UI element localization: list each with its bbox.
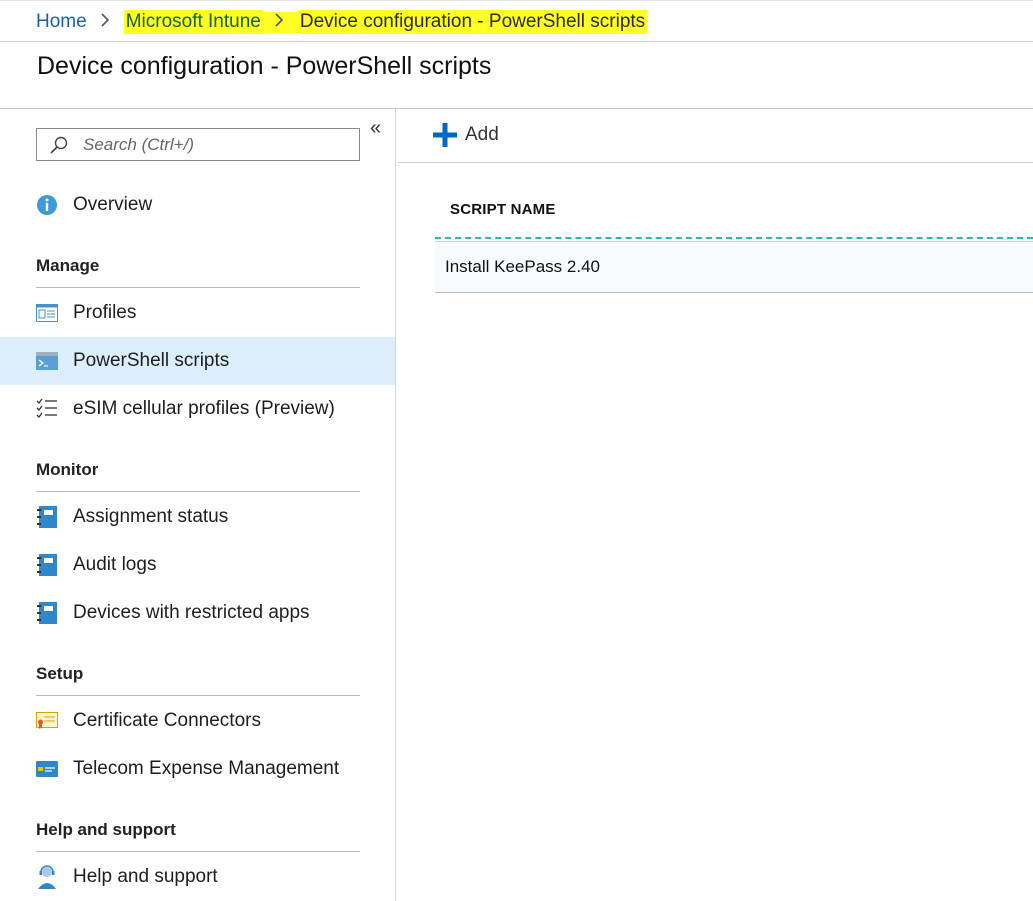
sidebar: « Overview Manage Profiles PowerShell sc… xyxy=(0,109,396,901)
search-icon xyxy=(50,136,68,154)
powershell-icon xyxy=(36,350,58,372)
breadcrumb-intune-link[interactable]: Microsoft Intune xyxy=(123,10,263,34)
sidebar-item-label: Audit logs xyxy=(73,554,157,575)
main-content: Add SCRIPT NAME Install KeePass 2.40 xyxy=(397,109,1033,901)
notebook-icon xyxy=(36,506,58,528)
column-header-script-name[interactable]: SCRIPT NAME xyxy=(450,201,556,218)
section-heading-monitor: Monitor xyxy=(36,460,99,479)
sidebar-item-assignment-status[interactable]: Assignment status xyxy=(0,493,395,541)
add-button-label: Add xyxy=(465,124,499,145)
section-divider xyxy=(36,491,360,492)
sidebar-item-help-support[interactable]: Help and support xyxy=(0,853,395,901)
notebook-icon xyxy=(36,602,58,624)
chevron-right-icon xyxy=(262,11,298,33)
support-person-icon xyxy=(36,865,58,889)
sidebar-item-profiles[interactable]: Profiles xyxy=(0,289,395,337)
sidebar-item-label: Overview xyxy=(73,194,153,215)
sidebar-item-telecom-expense[interactable]: Telecom Expense Management xyxy=(0,745,395,793)
sidebar-item-overview[interactable]: Overview xyxy=(0,181,395,229)
chevron-right-icon xyxy=(101,12,110,32)
sidebar-item-label: Certificate Connectors xyxy=(73,710,261,731)
sidebar-item-label: Telecom Expense Management xyxy=(73,758,340,779)
checklist-icon xyxy=(36,398,58,420)
page-title: Device configuration - PowerShell script… xyxy=(37,52,492,80)
sidebar-item-label: Devices with restricted apps xyxy=(73,602,310,623)
section-divider xyxy=(36,851,360,852)
certificate-icon xyxy=(36,710,58,732)
command-bar: Add xyxy=(397,109,1033,163)
card-icon xyxy=(36,758,58,780)
search-input[interactable] xyxy=(83,134,333,155)
sidebar-item-label: Help and support xyxy=(73,866,218,887)
search-box[interactable] xyxy=(36,128,360,161)
section-divider xyxy=(36,695,360,696)
breadcrumb-current: Device configuration - PowerShell script… xyxy=(297,10,648,34)
sidebar-item-certificate-connectors[interactable]: Certificate Connectors xyxy=(0,697,395,745)
profile-icon xyxy=(36,302,58,324)
top-bar: Home Microsoft Intune Device configurati… xyxy=(0,0,1033,42)
sidebar-item-powershell-scripts[interactable]: PowerShell scripts xyxy=(0,337,395,385)
sidebar-item-esim[interactable]: eSIM cellular profiles (Preview) xyxy=(0,385,395,433)
add-button[interactable]: Add xyxy=(433,123,499,147)
section-divider xyxy=(36,287,360,288)
sidebar-item-label: eSIM cellular profiles (Preview) xyxy=(73,398,335,419)
sidebar-item-label: Profiles xyxy=(73,302,137,323)
header-divider xyxy=(435,237,1033,239)
sidebar-item-label: PowerShell scripts xyxy=(73,350,230,371)
table-row[interactable]: Install KeePass 2.40 xyxy=(435,241,1033,293)
table-cell-script-name: Install KeePass 2.40 xyxy=(445,257,600,276)
notebook-icon xyxy=(36,554,58,576)
breadcrumb: Home Microsoft Intune Device configurati… xyxy=(36,10,648,34)
section-heading-help: Help and support xyxy=(36,820,176,839)
section-heading-manage: Manage xyxy=(36,256,100,275)
sidebar-item-label: Assignment status xyxy=(73,506,229,527)
sidebar-item-restricted-apps[interactable]: Devices with restricted apps xyxy=(0,589,395,637)
breadcrumb-home-link[interactable]: Home xyxy=(36,11,87,33)
info-icon xyxy=(36,194,58,216)
collapse-sidebar-icon[interactable]: « xyxy=(370,117,381,140)
sidebar-item-audit-logs[interactable]: Audit logs xyxy=(0,541,395,589)
section-heading-setup: Setup xyxy=(36,664,84,683)
plus-icon xyxy=(433,123,457,147)
